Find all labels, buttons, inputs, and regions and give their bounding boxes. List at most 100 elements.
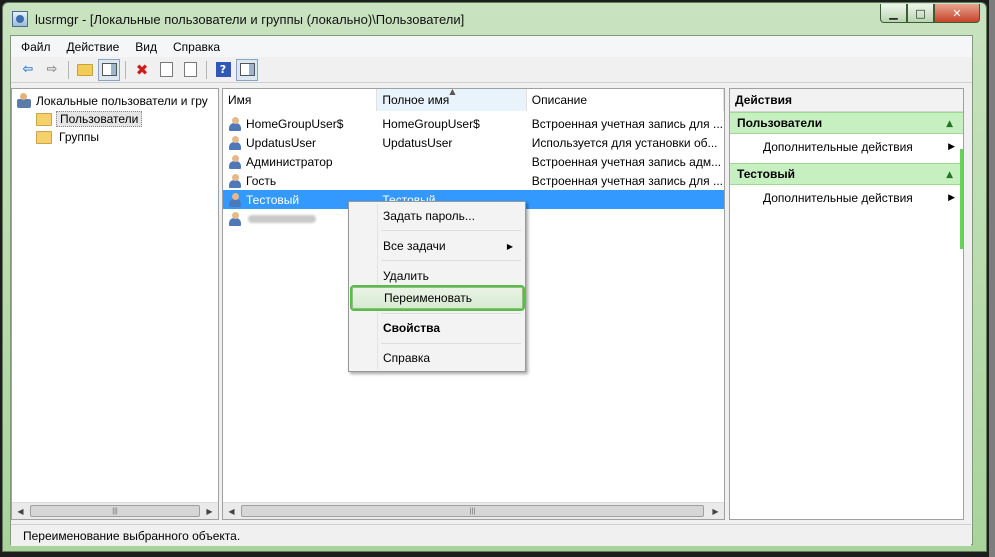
tree-horizontal-scrollbar[interactable]: ◀ ||| ▶ [12,502,218,519]
description-cell: Используется для установки об... [531,135,718,150]
show-hide-tree-button[interactable] [98,58,120,81]
actions-group-label: Тестовый [737,167,795,181]
menu-separator [381,230,521,231]
up-level-button[interactable] [74,59,96,81]
submenu-arrow-icon: ▶ [506,241,513,251]
tree-node-groups[interactable]: Группы [36,130,102,144]
user-icon [227,211,243,227]
actions-group-users[interactable]: Пользователи ▲ [730,112,963,134]
column-header-name[interactable]: Имя [223,89,378,111]
console-tree-icon [101,63,117,76]
desktop-edge [989,0,995,557]
menu-item-help[interactable]: Справка [352,347,523,369]
menu-item-properties[interactable]: Свойства [352,317,523,339]
title-bar[interactable]: lusrmgr - [Локальные пользователи и груп… [3,3,986,35]
actions-group-selected-user[interactable]: Тестовый ▲ [730,163,963,185]
user-icon [227,154,243,170]
column-header-description[interactable]: Описание [526,89,724,111]
window-controls: ▁ □ ✕ [880,4,980,23]
user-icon [227,192,243,208]
actions-group-label: Пользователи [737,116,823,130]
forward-button[interactable]: ⇨ [41,59,63,81]
tree-node-users[interactable]: Пользователи [36,111,143,127]
list-horizontal-scrollbar[interactable]: ◀ ||| ▶ [223,502,724,519]
table-row[interactable]: UpdatusUser UpdatusUser Используется для… [223,133,724,152]
delete-icon: ✖ [135,60,149,79]
menu-help[interactable]: Справка [165,40,228,54]
menu-view[interactable]: Вид [127,40,165,54]
menu-separator [381,343,521,344]
help-button[interactable]: ? [212,59,234,81]
toolbar-separator [125,60,126,79]
more-actions-label: Дополнительные действия [763,140,913,154]
more-actions-users[interactable]: Дополнительные действия ▶ [730,134,963,160]
collapse-icon[interactable]: ▲ [946,170,953,180]
sort-ascending-icon: ▲ [449,88,456,96]
scroll-thumb[interactable]: ||| [30,505,200,517]
app-icon[interactable] [12,11,28,27]
minimize-button[interactable]: ▁ [880,4,907,23]
menu-item-label: Все задачи [383,239,446,253]
user-name: Тестовый [246,192,300,207]
menu-item-set-password[interactable]: Задать пароль... [352,205,523,227]
menu-bar: Файл Действие Вид Справка [11,36,972,57]
actions-title: Действия [730,89,963,112]
toolbar: ⇦ ⇨ ✖ ? [11,57,972,83]
delete-button[interactable]: ✖ [131,59,153,81]
tree-root[interactable]: Локальные пользователи и гру [16,93,208,109]
description-cell: Встроенная учетная запись для ... [531,173,724,188]
name-cell: Администратор [223,154,377,170]
action-pane-icon [239,63,255,76]
tree-node-label: Группы [59,130,99,144]
description-cell: Встроенная учетная запись адм... [531,154,722,169]
maximize-button[interactable]: □ [907,4,934,23]
local-users-groups-icon [16,93,32,109]
menu-item-all-tasks[interactable]: Все задачи ▶ [352,235,523,257]
up-folder-icon [77,63,93,76]
menu-file[interactable]: Файл [13,40,59,54]
properties-button[interactable] [155,59,177,81]
menu-action[interactable]: Действие [59,40,128,54]
user-icon [227,135,243,151]
scroll-thumb[interactable]: ||| [241,505,704,517]
scroll-left-icon[interactable]: ◀ [12,503,29,519]
scroll-right-icon[interactable]: ▶ [707,503,724,519]
user-name: UpdatusUser [246,135,317,150]
context-menu: Задать пароль... Все задачи ▶ Удалить Пе… [348,201,526,372]
scroll-left-icon[interactable]: ◀ [223,503,240,519]
collapse-icon[interactable]: ▲ [946,119,953,129]
back-button[interactable]: ⇦ [17,59,39,81]
column-header-full-name-label: Полное имя [382,93,450,107]
description-cell: Встроенная учетная запись для ... [531,116,724,131]
user-name: Администратор [246,154,333,169]
user-icon [227,116,243,132]
menu-item-delete[interactable]: Удалить [352,265,523,287]
toolbar-separator [68,60,69,79]
actions-scroll-edge [960,149,963,249]
help-icon: ? [215,62,231,77]
tree-root-label: Локальные пользователи и гру [36,94,208,108]
status-text: Переименование выбранного объекта. [23,528,241,543]
more-actions-selected-user[interactable]: Дополнительные действия ▶ [730,185,963,211]
console-tree: Локальные пользователи и гру Пользовател… [11,88,219,520]
toolbar-separator [206,60,207,79]
chevron-right-icon: ▶ [948,142,955,152]
list-header: Имя ▲ Полное имя Описание [223,89,724,111]
table-row[interactable]: Гость Встроенная учетная запись для ... [223,171,724,190]
window-title: lusrmgr - [Локальные пользователи и груп… [35,12,465,27]
menu-item-rename[interactable]: Переименовать [350,285,525,311]
action-pane-button[interactable] [236,58,258,81]
forward-arrow-icon: ⇨ [46,62,58,77]
full-name-cell: HomeGroupUser$ [382,116,480,131]
menu-separator [381,313,521,314]
name-cell: UpdatusUser [223,135,377,151]
table-row[interactable]: Администратор Встроенная учетная запись … [223,152,724,171]
close-button[interactable]: ✕ [934,4,980,23]
name-cell: HomeGroupUser$ [223,116,377,132]
export-list-button[interactable] [179,59,201,81]
column-header-full-name[interactable]: ▲ Полное имя [377,88,527,111]
full-name-cell: UpdatusUser [382,135,453,150]
table-row[interactable]: HomeGroupUser$ HomeGroupUser$ Встроенная… [223,114,724,133]
scroll-right-icon[interactable]: ▶ [201,503,218,519]
folder-icon [36,130,52,144]
